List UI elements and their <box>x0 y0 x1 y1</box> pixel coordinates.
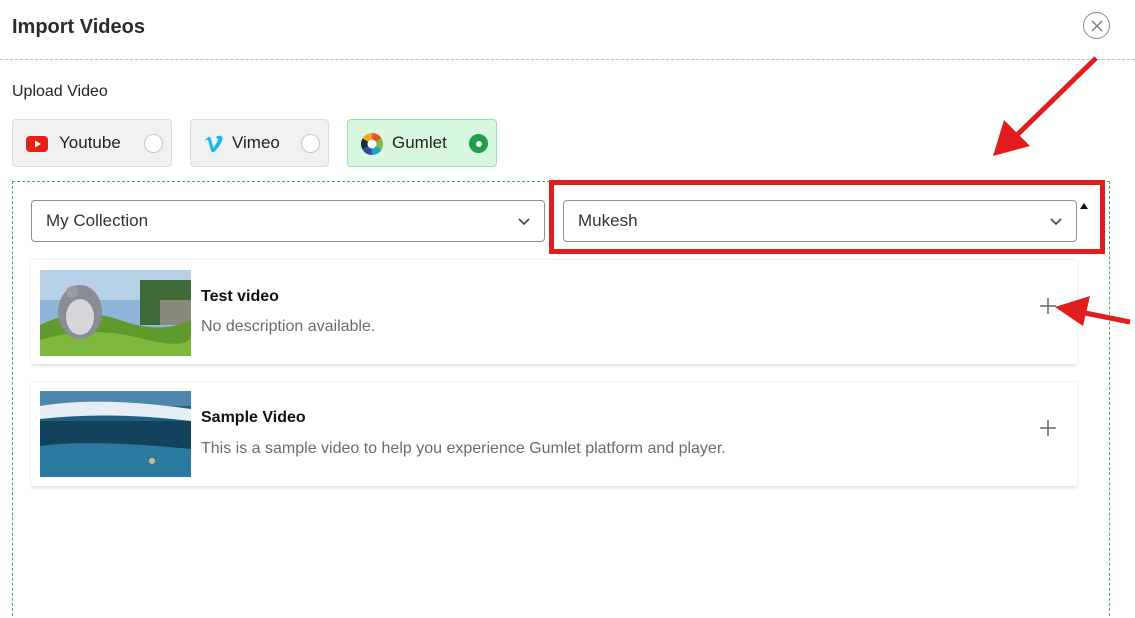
source-youtube-label: Youtube <box>59 133 121 152</box>
collection-select-value: My Collection <box>46 211 149 230</box>
close-icon <box>1091 20 1102 31</box>
video-description: This is a sample video to help you exper… <box>201 440 726 457</box>
gumlet-icon <box>360 132 384 156</box>
source-youtube-radio[interactable] <box>144 134 163 153</box>
video-list-item: Sample Video This is a sample video to h… <box>31 381 1077 486</box>
video-title: Sample Video <box>201 409 306 426</box>
vimeo-icon <box>203 132 227 156</box>
video-thumbnail <box>40 270 191 356</box>
modal-title: Import Videos <box>12 16 145 38</box>
video-title: Test video <box>201 288 279 305</box>
annotation-arrow-down-left <box>993 56 1098 156</box>
video-list-item: Test video No description available. <box>31 259 1077 364</box>
source-gumlet-label: Gumlet <box>392 133 447 152</box>
source-youtube-option[interactable]: Youtube <box>12 119 172 167</box>
add-video-button[interactable] <box>1038 296 1058 316</box>
add-video-button[interactable] <box>1038 418 1058 438</box>
source-vimeo-option[interactable]: Vimeo <box>190 119 329 167</box>
youtube-icon <box>25 132 49 156</box>
close-button[interactable] <box>1083 12 1110 39</box>
source-vimeo-label: Vimeo <box>232 133 280 152</box>
upload-video-label: Upload Video <box>12 83 108 100</box>
modal-header: Import Videos <box>0 0 1135 60</box>
source-vimeo-radio[interactable] <box>301 134 320 153</box>
video-description: No description available. <box>201 318 376 335</box>
source-gumlet-radio[interactable] <box>469 134 488 153</box>
video-thumbnail <box>40 391 191 477</box>
source-gumlet-option[interactable]: Gumlet <box>347 119 497 167</box>
annotation-highlight-box <box>549 180 1105 254</box>
chevron-down-icon <box>518 218 530 226</box>
collection-select[interactable]: My Collection <box>31 200 545 242</box>
